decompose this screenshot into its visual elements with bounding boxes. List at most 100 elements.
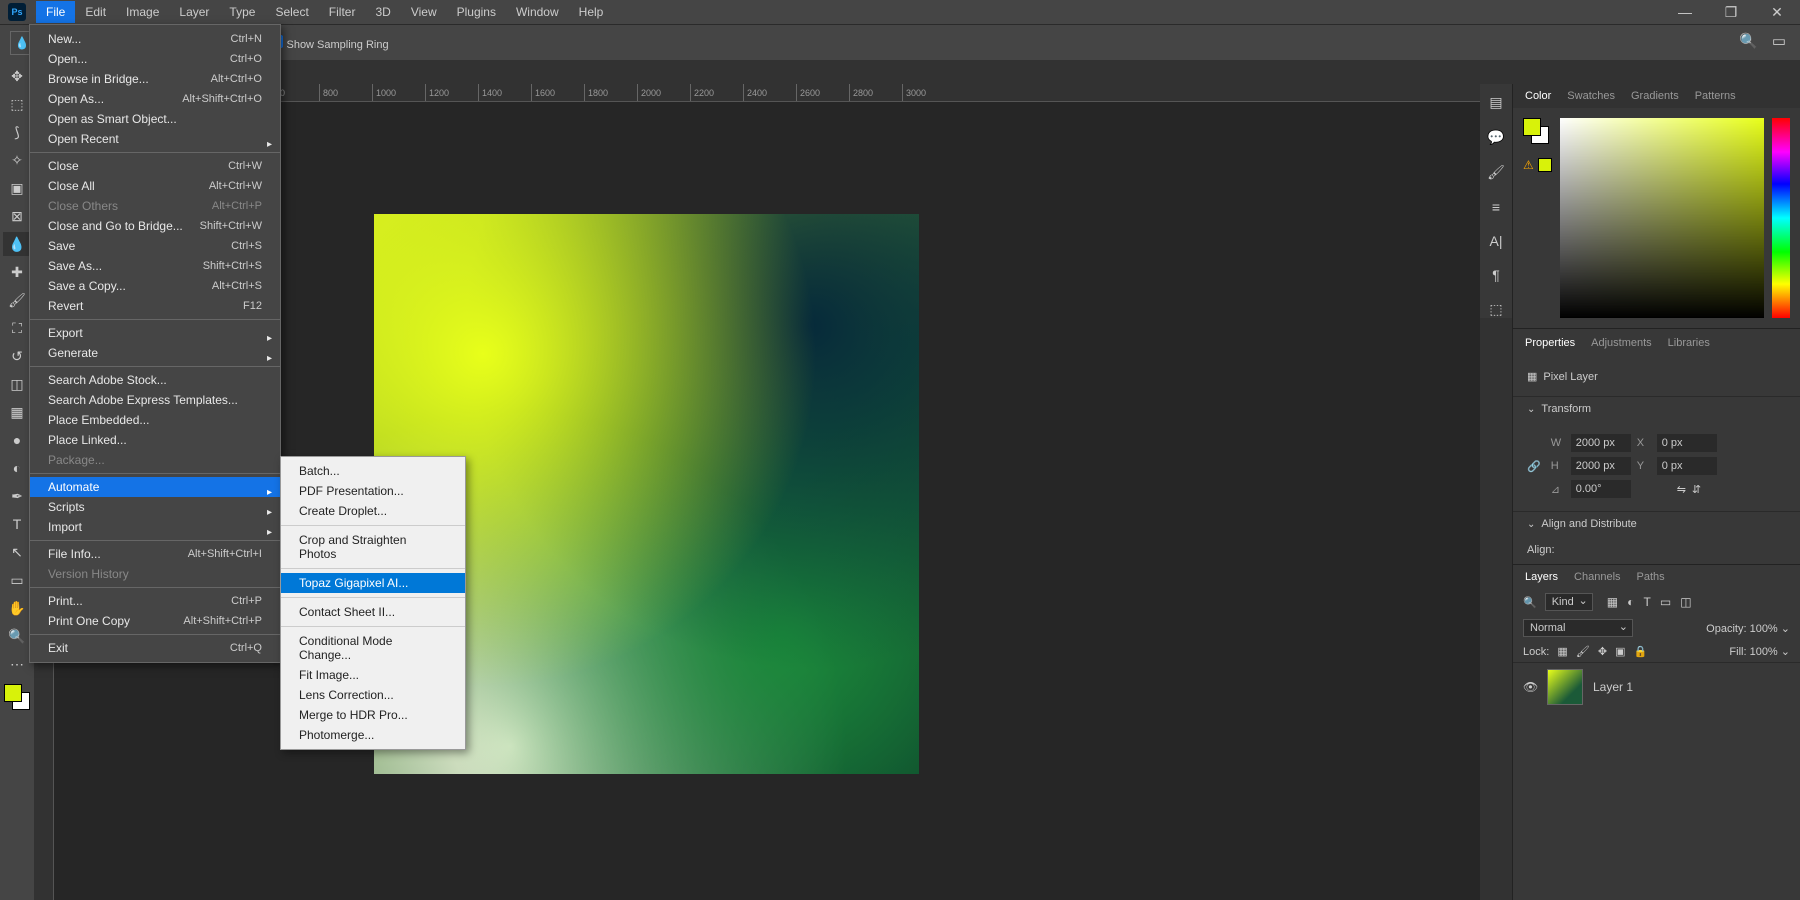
file-menu-item[interactable]: RevertF12: [30, 296, 280, 316]
file-menu-item[interactable]: Export: [30, 323, 280, 343]
transform-section[interactable]: Transform: [1513, 396, 1800, 421]
tab-swatches[interactable]: Swatches: [1567, 90, 1615, 102]
menu-image[interactable]: Image: [116, 1, 169, 23]
history-brush-tool[interactable]: ↺: [3, 344, 31, 368]
visibility-icon[interactable]: 👁: [1523, 680, 1537, 694]
frame-tool[interactable]: ⊠: [3, 204, 31, 228]
dodge-tool[interactable]: ◐: [3, 456, 31, 480]
menu-window[interactable]: Window: [506, 1, 569, 23]
menu-filter[interactable]: Filter: [319, 1, 366, 23]
automate-menu-item[interactable]: Crop and Straighten Photos: [281, 530, 465, 564]
menu-edit[interactable]: Edit: [75, 1, 116, 23]
wand-tool[interactable]: ✧: [3, 148, 31, 172]
layer-item[interactable]: 👁 Layer 1: [1513, 662, 1800, 711]
x-input[interactable]: [1657, 434, 1717, 452]
tab-gradients[interactable]: Gradients: [1631, 90, 1679, 102]
file-menu-item[interactable]: Scripts: [30, 497, 280, 517]
align-section[interactable]: Align and Distribute: [1513, 511, 1800, 536]
automate-menu-item[interactable]: Lens Correction...: [281, 685, 465, 705]
tab-properties[interactable]: Properties: [1525, 337, 1575, 349]
color-field[interactable]: [1560, 118, 1764, 318]
gradient-tool[interactable]: ▦: [3, 400, 31, 424]
flip-v-icon[interactable]: ⇵: [1692, 483, 1701, 496]
warn-swatch[interactable]: [1538, 158, 1552, 172]
menu-layer[interactable]: Layer: [169, 1, 219, 23]
file-menu-item[interactable]: SaveCtrl+S: [30, 236, 280, 256]
lock-artboard-icon[interactable]: ▣: [1615, 646, 1625, 658]
file-menu-item[interactable]: Automate: [30, 477, 280, 497]
file-menu-item[interactable]: Close AllAlt+Ctrl+W: [30, 176, 280, 196]
panel-icon[interactable]: ¶: [1492, 267, 1500, 283]
width-input[interactable]: [1571, 434, 1631, 452]
panel-icon[interactable]: ≡: [1492, 199, 1500, 215]
file-menu-item[interactable]: Open...Ctrl+O: [30, 49, 280, 69]
shape-tool[interactable]: ▭: [3, 568, 31, 592]
color-swatches[interactable]: [4, 684, 30, 710]
tab-channels[interactable]: Channels: [1574, 571, 1620, 583]
filter-smart-icon[interactable]: ◫: [1680, 595, 1691, 609]
healing-tool[interactable]: ✚: [3, 260, 31, 284]
path-tool[interactable]: ↖: [3, 540, 31, 564]
file-menu-item[interactable]: ExitCtrl+Q: [30, 638, 280, 658]
automate-menu-item[interactable]: Merge to HDR Pro...: [281, 705, 465, 725]
angle-input[interactable]: [1571, 480, 1631, 498]
search-icon[interactable]: 🔍: [1523, 596, 1537, 609]
tab-patterns[interactable]: Patterns: [1695, 90, 1736, 102]
file-menu-item[interactable]: Open as Smart Object...: [30, 109, 280, 129]
tab-paths[interactable]: Paths: [1637, 571, 1665, 583]
fill-value[interactable]: 100%: [1750, 646, 1778, 658]
crop-tool[interactable]: ▣: [3, 176, 31, 200]
lasso-tool[interactable]: ⟆: [3, 120, 31, 144]
opacity-value[interactable]: 100%: [1750, 623, 1778, 635]
menu-help[interactable]: Help: [569, 1, 614, 23]
file-menu-item[interactable]: Open Recent: [30, 129, 280, 149]
fg-color[interactable]: [1523, 118, 1541, 136]
blend-mode-dropdown[interactable]: Normal: [1523, 619, 1633, 637]
hue-slider[interactable]: [1772, 118, 1790, 318]
automate-menu-item[interactable]: Photomerge...: [281, 725, 465, 745]
file-menu-item[interactable]: Import: [30, 517, 280, 537]
close-window-button[interactable]: ✕: [1754, 0, 1800, 24]
panel-icon[interactable]: 🖌: [1487, 164, 1505, 181]
color-swatch-pair[interactable]: [1523, 118, 1549, 144]
blur-tool[interactable]: ●: [3, 428, 31, 452]
link-icon[interactable]: 🔗: [1527, 460, 1541, 473]
type-tool[interactable]: T: [3, 512, 31, 536]
search-icon[interactable]: 🔍: [1739, 32, 1758, 50]
file-menu-item[interactable]: Search Adobe Express Templates...: [30, 390, 280, 410]
file-menu-item[interactable]: Save a Copy...Alt+Ctrl+S: [30, 276, 280, 296]
flip-h-icon[interactable]: ⇋: [1677, 483, 1686, 496]
panel-icon[interactable]: ▤: [1489, 94, 1502, 111]
lock-position-icon[interactable]: ✥: [1598, 646, 1607, 658]
filter-shape-icon[interactable]: ▭: [1660, 595, 1671, 609]
more-tools[interactable]: ⋯: [3, 652, 31, 676]
file-menu-item[interactable]: Search Adobe Stock...: [30, 370, 280, 390]
file-menu-item[interactable]: File Info...Alt+Shift+Ctrl+I: [30, 544, 280, 564]
zoom-tool[interactable]: 🔍: [3, 624, 31, 648]
panel-icon[interactable]: ⬚: [1489, 301, 1502, 318]
y-input[interactable]: [1657, 457, 1717, 475]
file-menu-item[interactable]: Open As...Alt+Shift+Ctrl+O: [30, 89, 280, 109]
minimize-button[interactable]: —: [1662, 0, 1708, 24]
hand-tool[interactable]: ✋: [3, 596, 31, 620]
tab-libraries[interactable]: Libraries: [1668, 337, 1710, 349]
file-menu-item[interactable]: CloseCtrl+W: [30, 156, 280, 176]
file-menu-item[interactable]: Print One CopyAlt+Shift+Ctrl+P: [30, 611, 280, 631]
lock-all-icon[interactable]: 🔒: [1634, 646, 1648, 658]
menu-plugins[interactable]: Plugins: [447, 1, 506, 23]
automate-menu-item[interactable]: Conditional Mode Change...: [281, 631, 465, 665]
file-menu-item[interactable]: Save As...Shift+Ctrl+S: [30, 256, 280, 276]
menu-select[interactable]: Select: [265, 1, 318, 23]
height-input[interactable]: [1571, 457, 1631, 475]
filter-type-icon[interactable]: T: [1643, 595, 1650, 609]
automate-menu-item[interactable]: Contact Sheet II...: [281, 602, 465, 622]
tab-color[interactable]: Color: [1525, 90, 1551, 102]
panel-icon[interactable]: A|: [1490, 233, 1503, 249]
tab-layers[interactable]: Layers: [1525, 571, 1558, 583]
layer-name[interactable]: Layer 1: [1593, 680, 1633, 694]
menu-type[interactable]: Type: [219, 1, 265, 23]
foreground-swatch[interactable]: [4, 684, 22, 702]
eraser-tool[interactable]: ◫: [3, 372, 31, 396]
file-menu-item[interactable]: Place Embedded...: [30, 410, 280, 430]
lock-brush-icon[interactable]: 🖌: [1576, 646, 1590, 658]
